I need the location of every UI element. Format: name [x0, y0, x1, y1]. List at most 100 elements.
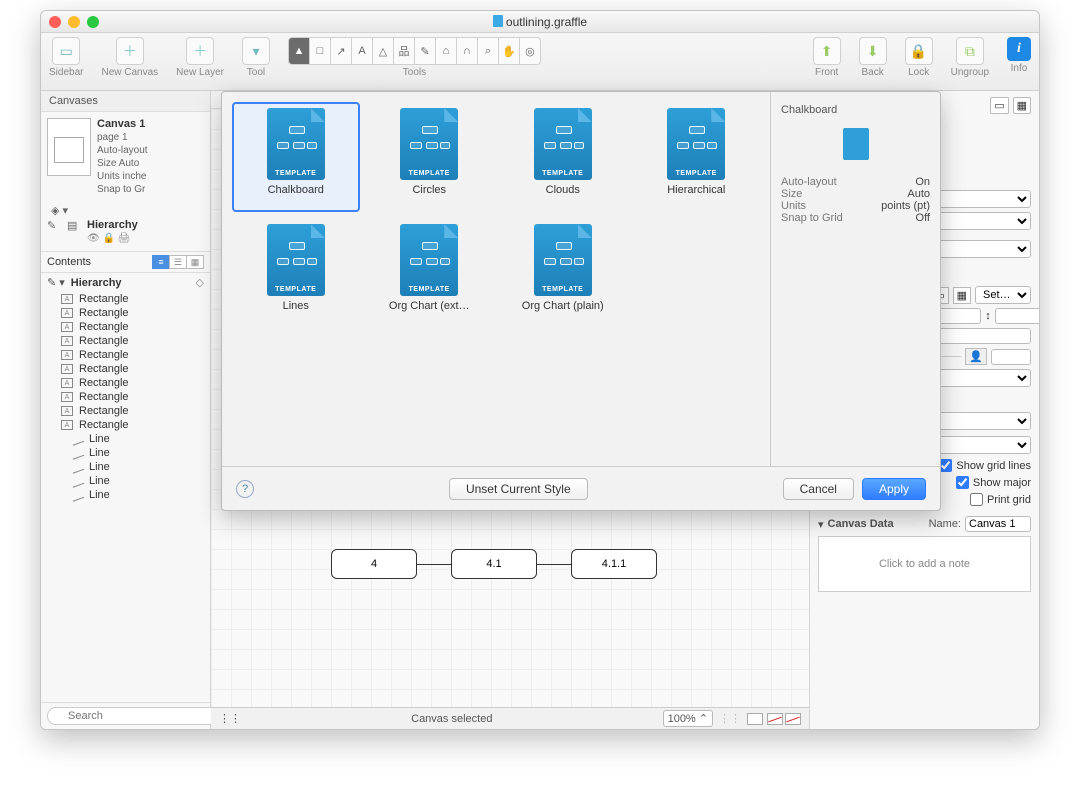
contents-view-mode[interactable]: ≡☰▦ [153, 255, 204, 269]
print-grid-check[interactable] [970, 493, 983, 506]
sidebar-toggle[interactable]: ▭Sidebar [49, 37, 83, 78]
property-row: SizeAuto [781, 188, 930, 200]
person-icon[interactable]: 👤 [965, 348, 987, 365]
window-title: outlining.graffle [41, 15, 1039, 29]
layer-row[interactable]: ✎▤ Hierarchy👁 🔒 🖨 [41, 219, 210, 251]
segment-icon[interactable]: ▦ [953, 287, 971, 304]
arrow-icon: ↕ [985, 310, 991, 322]
template-item[interactable]: TEMPLATEOrg Chart (plain) [499, 218, 627, 328]
toolbar: ▭Sidebar ＋New Canvas ＋New Layer ▾Tool ▲ … [41, 33, 1039, 91]
template-item[interactable]: TEMPLATEChalkboard [232, 102, 360, 212]
canvas-name-input[interactable] [965, 516, 1031, 532]
ungroup-button[interactable]: ⧉Ungroup [951, 37, 989, 78]
lock-button[interactable]: 🔒Lock [905, 37, 933, 78]
list-item[interactable]: ARectangle [41, 292, 210, 306]
zoom-tool[interactable]: ⌕ [477, 37, 499, 65]
template-sheet: TEMPLATEChalkboardTEMPLATECirclesTEMPLAT… [221, 91, 941, 511]
template-item[interactable]: TEMPLATEClouds [499, 102, 627, 212]
stroke-swatch[interactable] [767, 713, 783, 725]
status-bar: ⋮⋮ Canvas selected 100% ⌃ ⋮⋮ [211, 707, 809, 729]
back-button[interactable]: ⬇Back [859, 37, 887, 78]
shadow-swatch[interactable] [785, 713, 801, 725]
diagram-link [537, 564, 571, 565]
titlebar: outlining.graffle [41, 11, 1039, 33]
status-text: Canvas selected [241, 713, 663, 725]
left-sidebar: Canvases Canvas 1 page 1 Auto-layout Siz… [41, 91, 211, 729]
list-item[interactable]: Line [41, 474, 210, 488]
zoom-control[interactable]: 100% ⌃ [663, 710, 713, 727]
new-layer-button[interactable]: ＋New Layer [176, 37, 224, 78]
front-button[interactable]: ⬆Front [813, 37, 841, 78]
list-item[interactable]: ARectangle [41, 334, 210, 348]
new-canvas-button[interactable]: ＋New Canvas [101, 37, 158, 78]
list-item[interactable]: Line [41, 488, 210, 502]
selection-tool[interactable]: ▲ [288, 37, 310, 65]
hierarchy-header[interactable]: Hierarchy◇ [41, 273, 210, 292]
property-row: Auto-layoutOn [781, 176, 930, 188]
fill-swatch[interactable] [747, 713, 763, 725]
show-major-check[interactable] [956, 476, 969, 489]
contents-bar: Contents ≡☰▦ [41, 251, 210, 273]
help-icon[interactable]: ? [236, 480, 254, 498]
property-row: Unitspoints (pt) [781, 200, 930, 212]
inspector-tab-icon[interactable]: ▦ [1013, 97, 1031, 114]
canvas-metadata: Canvas 1 page 1 Auto-layout Size Auto Un… [97, 118, 148, 196]
cancel-button[interactable]: Cancel [783, 478, 854, 500]
template-detail-title: Chalkboard [781, 104, 930, 116]
list-item[interactable]: ARectangle [41, 306, 210, 320]
document-icon [493, 15, 503, 27]
list-item[interactable]: ARectangle [41, 418, 210, 432]
point-tool[interactable]: ◎ [519, 37, 541, 65]
hand-tool[interactable]: ✋ [498, 37, 520, 65]
property-row: Snap to GridOff [781, 212, 930, 224]
sheet-footer: ? Unset Current Style Cancel Apply [222, 466, 940, 510]
tools-group: ▲ □ ↗ A △ 品 ✎ ⌂ ∩ ⌕ ✋ ◎ Tools [288, 37, 541, 78]
template-item[interactable]: TEMPLATELines [232, 218, 360, 328]
info-button[interactable]: iInfo [1007, 37, 1031, 74]
apply-button[interactable]: Apply [862, 478, 926, 500]
canvas-data-header: Canvas Data [828, 518, 894, 530]
list-item[interactable]: ARectangle [41, 376, 210, 390]
field[interactable] [991, 349, 1031, 365]
magnet-tool[interactable]: ∩ [456, 37, 478, 65]
tool-popup[interactable]: ▾Tool [242, 37, 270, 78]
canvas-thumbnail [47, 118, 91, 176]
text-tool[interactable]: A [351, 37, 373, 65]
show-grid-check[interactable] [939, 459, 952, 472]
field[interactable] [995, 308, 1039, 324]
template-item[interactable]: TEMPLATECircles [366, 102, 494, 212]
template-item[interactable]: TEMPLATEOrg Chart (ext… [366, 218, 494, 328]
diagram-tool[interactable]: 品 [393, 37, 415, 65]
diagram-node[interactable]: 4 [331, 549, 417, 579]
template-detail-icon [843, 128, 869, 160]
list-item[interactable]: ARectangle [41, 390, 210, 404]
inspector-tab-icon[interactable]: ▭ [990, 97, 1008, 114]
list-item[interactable]: ARectangle [41, 362, 210, 376]
layer-tools[interactable]: ◈ ▾ [41, 202, 210, 219]
canvas-note[interactable]: Click to add a note [818, 536, 1031, 592]
set-select[interactable]: Set… [975, 286, 1031, 304]
list-item[interactable]: ARectangle [41, 404, 210, 418]
list-item[interactable]: Line [41, 460, 210, 474]
template-grid: TEMPLATEChalkboardTEMPLATECirclesTEMPLAT… [222, 92, 770, 466]
list-item[interactable]: ARectangle [41, 320, 210, 334]
rubber-stamp-tool[interactable]: ⌂ [435, 37, 457, 65]
list-item[interactable]: Line [41, 432, 210, 446]
list-item[interactable]: Line [41, 446, 210, 460]
diagram-link [417, 564, 451, 565]
contents-label: Contents [47, 256, 153, 268]
canvas-thumbnail-row[interactable]: Canvas 1 page 1 Auto-layout Size Auto Un… [41, 112, 210, 202]
app-window: outlining.graffle ▭Sidebar ＋New Canvas ＋… [40, 10, 1040, 730]
style-brush-tool[interactable]: ✎ [414, 37, 436, 65]
search-bar: ⚙ [41, 702, 210, 729]
list-item[interactable]: ARectangle [41, 348, 210, 362]
shape-tool[interactable]: □ [309, 37, 331, 65]
pen-tool[interactable]: △ [372, 37, 394, 65]
diagram-node[interactable]: 4.1.1 [571, 549, 657, 579]
unset-style-button[interactable]: Unset Current Style [449, 478, 588, 500]
line-tool[interactable]: ↗ [330, 37, 352, 65]
search-input[interactable] [47, 707, 219, 725]
template-item[interactable]: TEMPLATEHierarchical [633, 102, 761, 212]
template-details: Chalkboard Auto-layoutOnSizeAutoUnitspoi… [770, 92, 940, 466]
diagram-node[interactable]: 4.1 [451, 549, 537, 579]
